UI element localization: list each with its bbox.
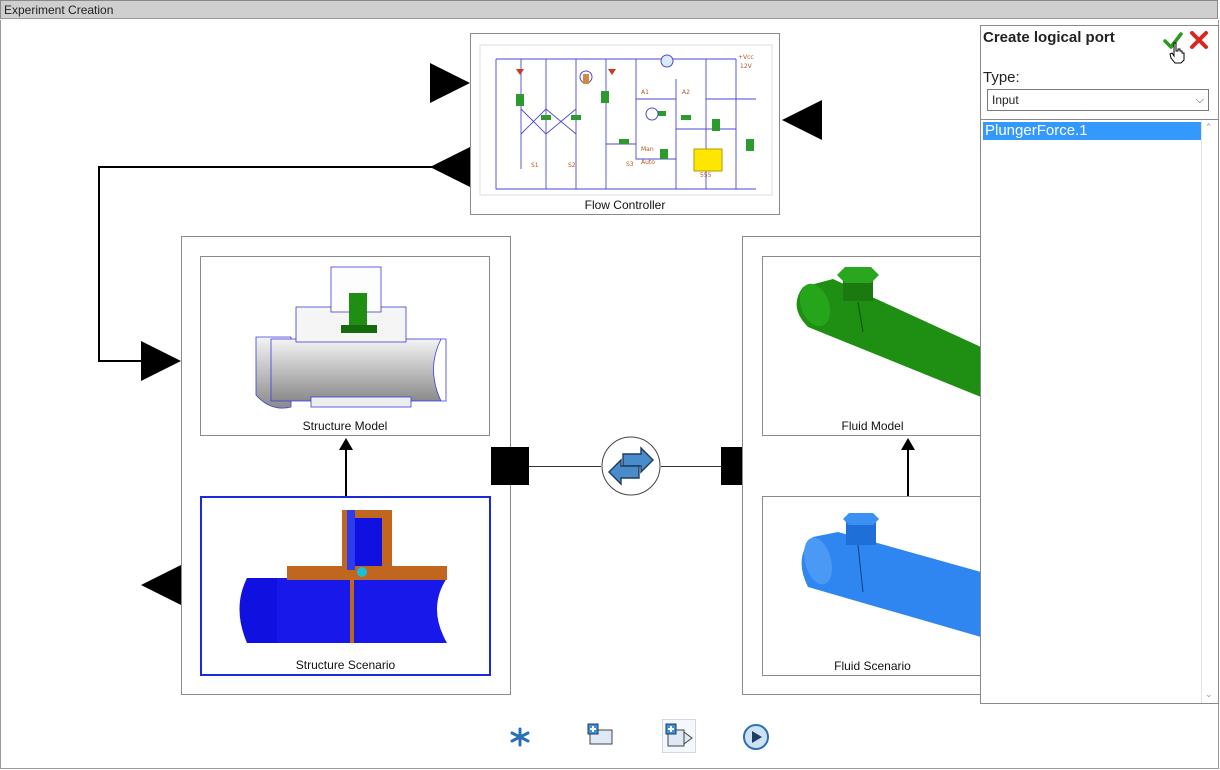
port-list[interactable]: PlungerForce.1 ⌃ ⌄ xyxy=(981,120,1218,703)
coupling-line xyxy=(529,466,601,467)
create-logical-port-panel: Create logical port Type: Input ⌵ Plunge… xyxy=(980,25,1219,704)
type-label: Type: xyxy=(983,69,1020,86)
schematic-a1-label: A1 xyxy=(641,89,649,96)
structure-input-port[interactable] xyxy=(141,341,181,381)
schematic-a2-label: A2 xyxy=(682,89,690,96)
structure-output-port[interactable] xyxy=(141,565,181,605)
connector-line xyxy=(98,166,432,168)
structure-model-node[interactable]: Structure Model xyxy=(200,256,490,436)
vertical-scrollbar[interactable]: ⌃ ⌄ xyxy=(1201,120,1218,703)
arrow-head-icon xyxy=(901,438,915,450)
arrow-head-icon xyxy=(339,438,353,450)
asterisk-icon[interactable] xyxy=(508,726,532,748)
structure-scenario-label: Structure Scenario xyxy=(295,658,396,672)
schematic-s1-label: S1 xyxy=(531,162,539,169)
structure-coupling-port[interactable] xyxy=(491,447,529,485)
chevron-down-icon: ⌵ xyxy=(1195,94,1204,106)
window-title-bar: Experiment Creation xyxy=(0,0,1218,19)
swap-arrows-icon[interactable] xyxy=(601,436,661,496)
fluid-model-node[interactable]: Fluid Model xyxy=(762,256,982,436)
scroll-up-icon[interactable]: ⌃ xyxy=(1205,123,1213,133)
add-container-arrow-icon[interactable] xyxy=(662,719,696,753)
connector-line xyxy=(345,450,347,497)
schematic-vcc-label: +Vcc xyxy=(738,54,754,61)
flow-controller-input-port[interactable] xyxy=(430,63,470,103)
fluid-scenario-image xyxy=(801,513,981,637)
fluid-model-image xyxy=(796,267,981,397)
structure-model-image xyxy=(255,266,447,409)
panel-title: Create logical port xyxy=(983,29,1115,46)
list-item[interactable]: PlungerForce.1 xyxy=(983,122,1201,140)
schematic-ic-label: 555 xyxy=(700,172,712,179)
coupling-line xyxy=(661,466,721,467)
flow-controller-node[interactable]: +Vcc 12V 555 Man Auto A1 A2 S1 S2 S3 Flo… xyxy=(470,33,780,215)
circuit-schematic-image: +Vcc 12V 555 Man Auto A1 A2 S1 S2 S3 xyxy=(479,44,773,196)
fluid-scenario-label: Fluid Scenario xyxy=(834,659,911,673)
fluid-model-label: Fluid Model xyxy=(841,419,904,433)
fluid-scenario-node[interactable]: Fluid Scenario xyxy=(762,496,982,676)
structure-scenario-image xyxy=(239,510,452,643)
play-icon[interactable] xyxy=(742,723,770,751)
cursor-hand-icon xyxy=(1169,42,1185,64)
schematic-man-label: Man xyxy=(641,146,654,153)
schematic-s2-label: S2 xyxy=(568,162,576,169)
schematic-voltage-label: 12V xyxy=(740,63,753,70)
connector-line xyxy=(907,450,909,497)
schematic-auto-label: Auto xyxy=(641,159,655,166)
flow-controller-right-port[interactable] xyxy=(782,100,822,140)
flow-controller-label: Flow Controller xyxy=(584,198,666,212)
flow-controller-output-port[interactable] xyxy=(430,147,470,187)
structure-model-label: Structure Model xyxy=(302,419,388,433)
connector-line xyxy=(98,166,100,362)
type-select-value: Input xyxy=(992,93,1019,107)
add-container-icon[interactable] xyxy=(586,722,614,746)
panel-header: Create logical port Type: Input ⌵ xyxy=(981,26,1218,120)
cancel-close-icon[interactable] xyxy=(1189,30,1209,50)
schematic-s3-label: S3 xyxy=(626,161,634,168)
type-select[interactable]: Input ⌵ xyxy=(987,89,1209,111)
connector-line xyxy=(98,360,142,362)
scroll-down-icon[interactable]: ⌄ xyxy=(1205,690,1213,700)
structure-scenario-node[interactable]: Structure Scenario xyxy=(200,496,491,676)
window-title: Experiment Creation xyxy=(4,3,114,17)
